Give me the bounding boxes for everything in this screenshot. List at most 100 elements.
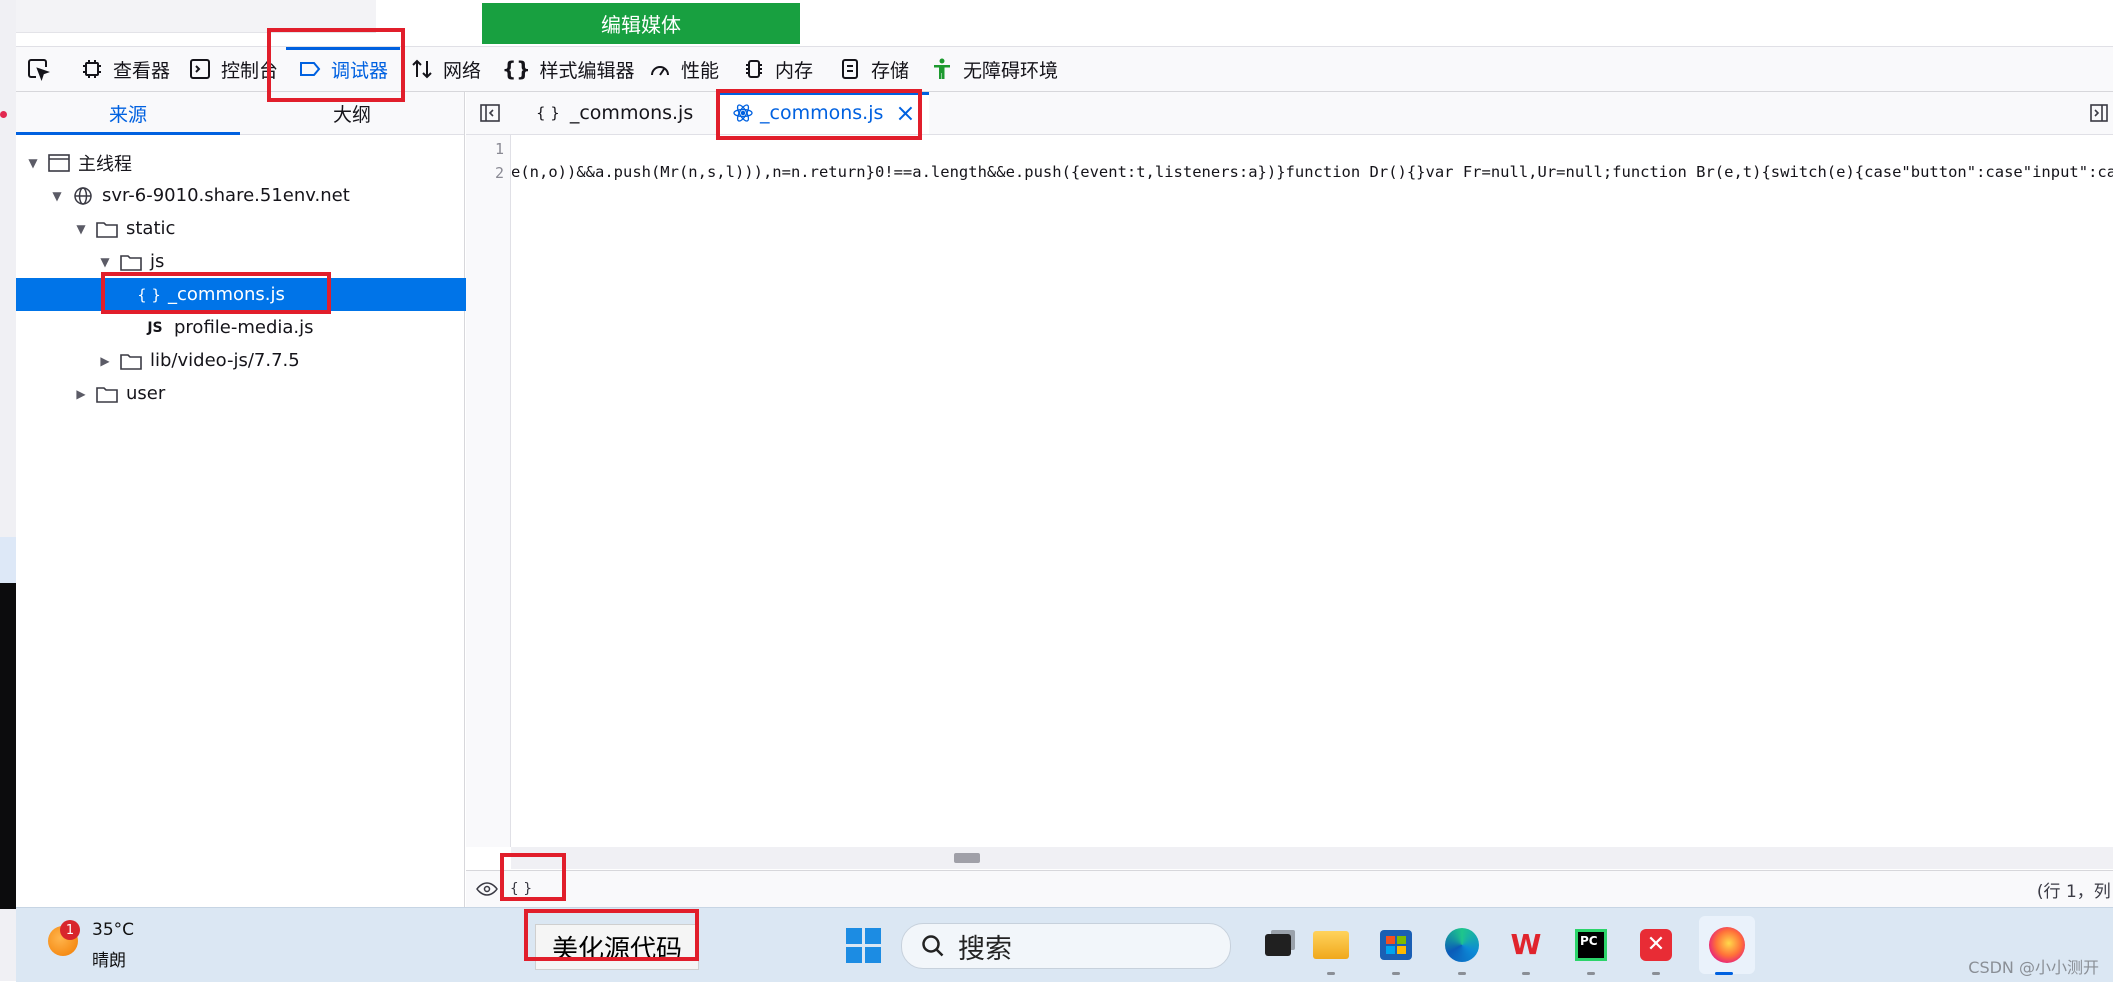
watermark: CSDN @小小测开 — [1968, 958, 2099, 977]
running-indicator — [1587, 972, 1595, 975]
tab-label: 样式编辑器 — [539, 59, 635, 82]
tree-item-label: lib/video-js/7.7.5 — [150, 350, 300, 371]
tab-console[interactable]: 控制台 — [188, 47, 278, 91]
windows-start-icon[interactable] — [846, 928, 882, 964]
line-number-gutter: 1 2 — [466, 135, 511, 847]
running-indicator — [1392, 972, 1400, 975]
tree-item-user[interactable]: ▶ user — [16, 377, 522, 410]
page-edge-dark — [0, 583, 16, 909]
tree-item-main-thread[interactable]: ▼ 主线程 — [16, 146, 474, 179]
pretty-file-icon: { } — [137, 285, 161, 304]
tab-label: 网络 — [443, 59, 482, 82]
weather-badge: 1 — [60, 920, 80, 940]
network-icon — [412, 59, 432, 79]
tree-item-label: js — [150, 251, 165, 272]
tab-network[interactable]: 网络 — [410, 47, 481, 91]
tab-label: 内存 — [775, 59, 814, 82]
sources-sidebar: 来源 大纲 ▼ 主线程 ▼ svr-6-9010.share.51env.net… — [16, 92, 586, 907]
tab-performance[interactable]: 性能 — [648, 47, 719, 91]
tab-sources[interactable]: 来源 — [16, 92, 240, 135]
expanded-arrow-icon: ▼ — [76, 221, 86, 236]
running-indicator — [1327, 972, 1335, 975]
page-header: 编辑媒体 — [16, 0, 2113, 47]
breakpoint-dot — [0, 111, 7, 118]
code-editor[interactable]: e(n,o))&&a.push(Mr(n,s,l))),n=n.return}0… — [511, 135, 2113, 847]
toggle-sidebar-button[interactable] — [476, 92, 504, 134]
picker-icon — [28, 59, 50, 81]
tree-item-static[interactable]: ▼ static — [16, 212, 522, 245]
wps-icon[interactable]: W — [1506, 925, 1546, 965]
tab-storage[interactable]: 存储 — [838, 47, 909, 91]
weather-description[interactable]: 晴朗 — [92, 946, 126, 971]
tab-debugger[interactable]: 调试器 — [285, 47, 401, 91]
folder-icon — [96, 219, 118, 239]
tree-item-label: _commons.js — [168, 284, 285, 305]
tree-item-label: user — [126, 383, 166, 404]
tab-label: 性能 — [681, 59, 720, 82]
task-view-icon[interactable] — [1258, 925, 1298, 965]
weather-temperature[interactable]: 35°C — [92, 920, 134, 940]
page-header-box — [16, 0, 376, 33]
folder-icon — [120, 252, 142, 272]
horizontal-scrollbar[interactable] — [511, 847, 2113, 869]
tab-inspector[interactable]: 查看器 — [80, 47, 170, 91]
devtools-toolbar: 查看器 控制台 调试器 网络 {} 样式编辑器 性能 内存 存储 无障碍环境 — [16, 47, 2113, 92]
tree-item-label: profile-media.js — [174, 317, 314, 338]
pycharm-icon[interactable]: PC — [1571, 925, 1611, 965]
tab-label: 调试器 — [331, 59, 389, 82]
collapsed-arrow-icon: ▶ — [100, 353, 110, 368]
edit-media-button[interactable]: 编辑媒体 — [482, 3, 800, 44]
memory-icon — [746, 60, 762, 78]
file-explorer-icon[interactable] — [1311, 925, 1351, 965]
folder-icon — [96, 384, 118, 404]
close-icon[interactable]: × — [895, 99, 915, 127]
edge-icon[interactable] — [1442, 925, 1482, 965]
collapsed-arrow-icon: ▶ — [76, 386, 86, 401]
expanded-arrow-icon: ▼ — [28, 155, 38, 170]
sidebar-toggle-icon — [480, 104, 500, 122]
page-edge-highlight — [0, 537, 16, 583]
tab-outline[interactable]: 大纲 — [240, 92, 464, 134]
globe-icon — [72, 186, 94, 206]
tree-item-label: svr-6-9010.share.51env.net — [102, 185, 350, 206]
windows-taskbar: 1 35°C 晴朗 美化源代码 搜索 W PC ✕ CSDN @小小测开 — [16, 907, 2113, 982]
tab-label: 控制台 — [221, 59, 279, 82]
folder-icon — [120, 351, 142, 371]
running-indicator — [1522, 972, 1530, 975]
performance-icon — [651, 66, 669, 76]
editor-tab-commons-pretty[interactable]: { } _commons.js — [522, 92, 707, 134]
eye-icon[interactable] — [476, 881, 498, 897]
editor-footer: { } (行 1，列 1 — [466, 870, 2113, 908]
search-icon — [922, 935, 944, 957]
cursor-position: (行 1，列 1 — [2036, 882, 2113, 902]
scrollbar-thumb[interactable] — [954, 853, 980, 863]
editor-tab-label: _commons.js — [569, 102, 694, 124]
style-editor-icon: {} — [502, 57, 531, 81]
expanded-arrow-icon: ▼ — [100, 254, 110, 269]
tab-memory[interactable]: 内存 — [742, 47, 813, 91]
tab-label: 无障碍环境 — [963, 59, 1059, 82]
inspector-icon — [83, 60, 101, 78]
store-icon[interactable] — [1376, 925, 1416, 965]
toggle-secondary-panes-button[interactable] — [2088, 92, 2110, 134]
sidebar-tabs: 来源 大纲 — [16, 92, 464, 135]
taskbar-search-input[interactable]: 搜索 — [901, 923, 1231, 969]
tree-item-label: 主线程 — [78, 153, 132, 175]
pretty-print-button[interactable]: { } — [506, 875, 536, 903]
page-edge — [0, 0, 16, 981]
tab-label: 查看器 — [113, 59, 171, 82]
editor-tab-label: _commons.js — [760, 102, 884, 124]
js-file-icon: JS — [147, 319, 163, 336]
element-picker-button[interactable] — [26, 47, 50, 91]
line-number: 1 — [494, 140, 504, 158]
firefox-icon[interactable] — [1707, 925, 1747, 965]
editor-tab-commons-active[interactable]: _commons.js × — [718, 92, 930, 134]
tree-item-domain[interactable]: ▼ svr-6-9010.share.51env.net — [16, 179, 498, 212]
debugger-icon — [300, 62, 321, 76]
tab-accessibility[interactable]: 无障碍环境 — [930, 47, 1058, 91]
running-indicator — [1458, 972, 1466, 975]
xmind-icon[interactable]: ✕ — [1636, 925, 1676, 965]
tab-style-editor[interactable]: {} 样式编辑器 — [502, 47, 635, 91]
window-icon — [48, 153, 70, 173]
search-placeholder: 搜索 — [958, 933, 1012, 965]
